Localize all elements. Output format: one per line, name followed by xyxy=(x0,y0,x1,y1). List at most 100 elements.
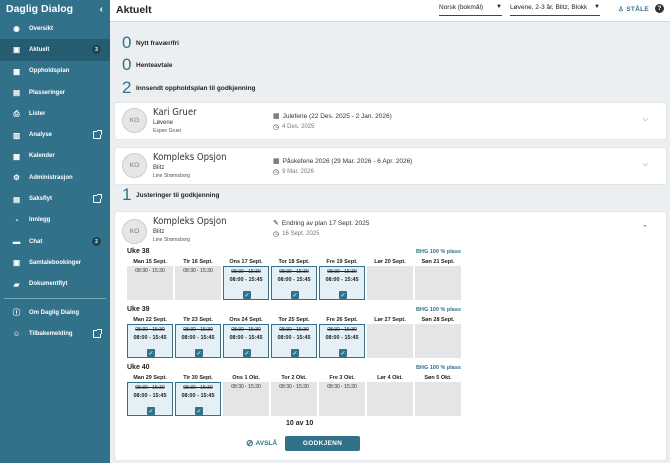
old-time: 08:30 - 15:30 xyxy=(231,269,261,275)
day-header: Tir 23 Sept. xyxy=(183,317,213,323)
checkbox-checked-icon[interactable]: ✓ xyxy=(339,349,347,357)
guardian-name: Espen Gruer xyxy=(153,128,182,134)
calendar-icon: ▦ xyxy=(12,151,21,161)
new-time: 08:00 - 15:45 xyxy=(277,335,311,341)
main-content: 0 Nytt fravær/fri 0 Henteavtale 2 Innsen… xyxy=(110,22,670,463)
unit-select-value: Løvene, 2-3 år, Blitz, Blokk xyxy=(510,4,588,11)
day-cell[interactable]: 08:30 - 15:30 08:00 - 15:45 ✓ xyxy=(175,382,221,416)
day-cell xyxy=(367,266,413,300)
sidebar-item-label: Oversikt xyxy=(29,25,54,32)
avatar: KO xyxy=(122,153,147,178)
checkbox-checked-icon[interactable]: ✓ xyxy=(243,291,251,299)
section-pickup[interactable]: 0 Henteavtale xyxy=(122,55,173,75)
checkbox-checked-icon[interactable]: ✓ xyxy=(147,407,155,415)
clock-icon: ◷ xyxy=(273,169,280,176)
placement-label: BHG 100 % plass xyxy=(416,249,461,255)
day-cell[interactable]: 08:30 - 15:30 08:00 - 15:45 ✓ xyxy=(271,266,317,300)
sidebar-item-label: Saksflyt xyxy=(29,196,53,203)
sidebar-item-innlegg[interactable]: ◔ Innlegg xyxy=(0,210,110,231)
checkbox-checked-icon[interactable]: ✓ xyxy=(195,407,203,415)
unit-select[interactable]: Løvene, 2-3 år, Blitz, Blokk ▼ xyxy=(510,4,600,16)
top-bar: Aktuelt Norsk (bokmål) ▼ Løvene, 2-3 år,… xyxy=(110,0,670,22)
plan-card[interactable]: KG Kari Gruer Løvene Espen Gruer ▦ Julef… xyxy=(115,103,666,139)
section-adjustments[interactable]: 1 Justeringer til godkjenning xyxy=(122,185,219,205)
day-cell[interactable]: 08:30 - 15:30 08:00 - 15:45 ✓ xyxy=(127,382,173,416)
old-time: 08:30 - 15:30 xyxy=(327,269,357,275)
child-group: Blitz xyxy=(153,229,165,235)
checkbox-checked-icon[interactable]: ✓ xyxy=(147,349,155,357)
chevron-up-icon[interactable]: ⌃ xyxy=(642,224,648,232)
sidebar-item-label: Plasseringer xyxy=(29,89,66,96)
old-time: 08:30 - 15:30 xyxy=(279,327,309,333)
adjustment-card: KO Kompleks Opsjon Blitz Line Strømsborg… xyxy=(115,212,666,460)
calendar-icon: ▦ xyxy=(273,158,280,165)
sidebar-item-label: Aktuelt xyxy=(29,46,50,53)
sidebar-item-analyse[interactable]: ▥ Analyse xyxy=(0,124,110,145)
app-title: Daglig Dialog xyxy=(6,3,74,15)
calendar-alert-icon: ▣ xyxy=(12,45,21,55)
sidebar-item-administrasjon[interactable]: ⚙ Administrasjon xyxy=(0,167,110,188)
sidebar-item-saksflyt[interactable]: ▤ Saksflyt xyxy=(0,188,110,209)
day-cell xyxy=(367,324,413,358)
chevron-down-icon[interactable]: ⌵ xyxy=(643,116,648,124)
help-icon[interactable]: ? xyxy=(655,4,664,13)
day-header: Søn 21 Sept. xyxy=(421,259,455,265)
day-cell[interactable]: 08:30 - 15:30 08:00 - 15:45 ✓ xyxy=(319,324,365,358)
approve-button[interactable]: GODKJENN xyxy=(285,436,360,451)
reject-button[interactable]: ⊘ AVSLÅ xyxy=(246,438,277,449)
sidebar-header: Daglig Dialog ‹ xyxy=(0,0,110,18)
checkbox-checked-icon[interactable]: ✓ xyxy=(291,349,299,357)
day-cell[interactable]: 08:30 - 15:30 08:00 - 15:45 ✓ xyxy=(175,324,221,358)
feedback-icon: ☺ xyxy=(12,329,21,339)
new-time: 08:00 - 15:45 xyxy=(133,393,167,399)
sidebar-item-kalender[interactable]: ▦ Kalender xyxy=(0,146,110,167)
sidebar-item-aktuelt[interactable]: ▣ Aktuelt 3 xyxy=(0,39,110,61)
submitted-date: ◷ 16 Sept. 2025 xyxy=(273,230,319,238)
day-header: Tor 25 Sept. xyxy=(278,317,310,323)
day-header: Ons 24 Sept. xyxy=(229,317,263,323)
sidebar-item-label: Samtalebookinger xyxy=(29,259,82,266)
sidebar-item-samtalebookinger[interactable]: ▣ Samtalebookinger xyxy=(0,252,110,273)
section-absence[interactable]: 0 Nytt fravær/fri xyxy=(122,33,179,53)
section-label: Nytt fravær/fri xyxy=(136,39,179,47)
external-link-icon xyxy=(93,328,102,338)
old-time: 08:30 - 15:30 xyxy=(231,327,261,333)
day-cell[interactable]: 08:30 - 15:30 08:00 - 15:45 ✓ xyxy=(319,266,365,300)
old-time: 08:30 - 15:30 xyxy=(183,385,213,391)
sidebar-item-tilbakemelding[interactable]: ☺ Tilbakemelding xyxy=(0,323,110,344)
sidebar-item-om-daglig-dialog[interactable]: ⓘ Om Daglig Dialog xyxy=(0,302,110,323)
sidebar-item-lister[interactable]: ⎙ Lister xyxy=(0,103,110,124)
sidebar-item-label: Administrasjon xyxy=(29,174,73,181)
day-cell[interactable]: 08:30 - 15:30 08:00 - 15:45 ✓ xyxy=(223,324,269,358)
day-header: Søn 28 Sept. xyxy=(421,317,455,323)
old-time: 08:30 - 15:30 xyxy=(135,327,165,333)
day-cell[interactable]: 08:30 - 15:30 08:00 - 15:45 ✓ xyxy=(127,324,173,358)
collapse-sidebar-icon[interactable]: ‹ xyxy=(100,4,103,15)
new-time: 08:00 - 15:45 xyxy=(325,335,359,341)
language-select[interactable]: Norsk (bokmål) ▼ xyxy=(439,4,502,16)
day-cell[interactable]: 08:30 - 15:30 08:00 - 15:45 ✓ xyxy=(271,324,317,358)
section-submitted-plans[interactable]: 2 Innsendt oppholdsplan til godkjenning xyxy=(122,78,256,98)
plan-card[interactable]: KO Kompleks Opsjon Blitz Line Strømsborg… xyxy=(115,148,666,184)
checkbox-checked-icon[interactable]: ✓ xyxy=(195,349,203,357)
block-icon: ⊘ xyxy=(246,438,254,448)
chevron-down-icon[interactable]: ⌵ xyxy=(643,161,648,169)
sidebar-item-dokumentflyt[interactable]: ▰ Dokumentflyt xyxy=(0,274,110,295)
sidebar-item-oversikt[interactable]: ◉ Oversikt xyxy=(0,18,110,39)
day-time: 08:30 - 15:30 xyxy=(135,268,165,274)
submitted-date-text: 9 Mar. 2026 xyxy=(282,169,314,175)
day-cell: 08:30 - 15:30 xyxy=(319,382,365,416)
sidebar-divider xyxy=(4,297,106,299)
checkbox-checked-icon[interactable]: ✓ xyxy=(339,291,347,299)
document-icon: ▤ xyxy=(12,194,21,204)
day-cell[interactable]: 08:30 - 15:30 08:00 - 15:45 ✓ xyxy=(223,266,269,300)
day-time: 08:30 - 15:30 xyxy=(279,384,309,390)
sidebar-item-plasseringer[interactable]: ▤ Plasseringer xyxy=(0,82,110,103)
sidebar-item-chat[interactable]: ▬ Chat 2 xyxy=(0,231,110,252)
sidebar-item-oppholdsplan[interactable]: ▦ Oppholdsplan xyxy=(0,61,110,82)
child-name: Kompleks Opsjon xyxy=(153,216,227,227)
checkbox-checked-icon[interactable]: ✓ xyxy=(243,349,251,357)
checkbox-checked-icon[interactable]: ✓ xyxy=(291,291,299,299)
external-link-icon xyxy=(93,130,102,140)
user-menu[interactable]: ♙ STÅLE xyxy=(618,5,649,13)
